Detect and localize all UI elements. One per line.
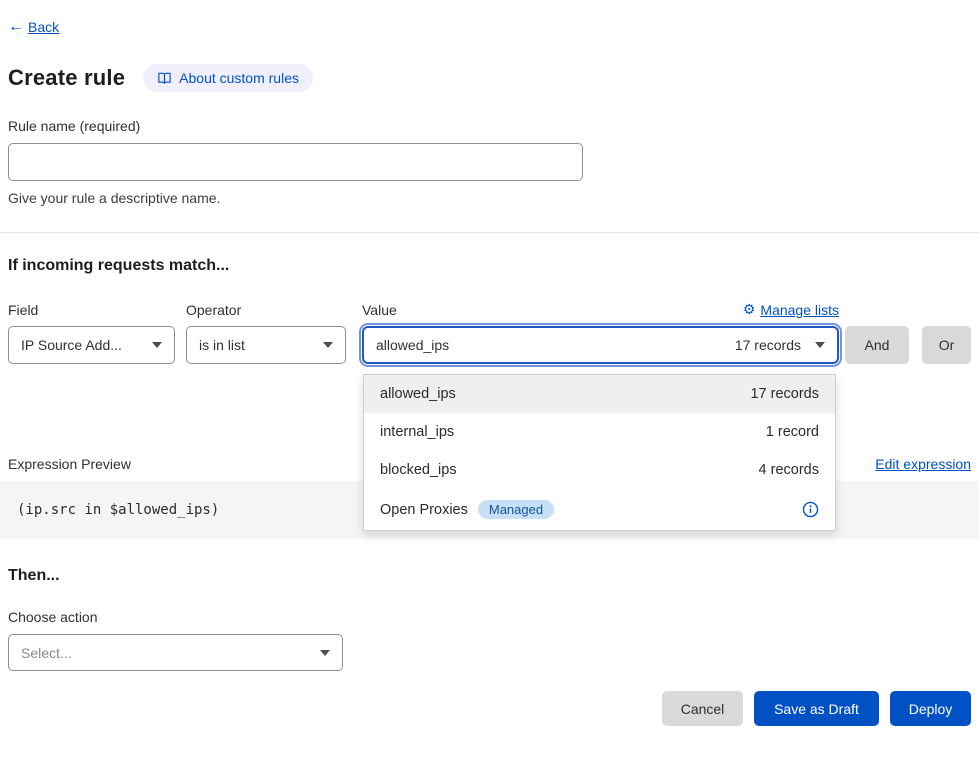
option-detail: 17 records	[750, 386, 819, 402]
chevron-down-icon	[323, 342, 333, 348]
field-select[interactable]: IP Source Add...	[8, 326, 175, 364]
field-label: Field	[8, 302, 175, 318]
value-select-wrapper: allowed_ips 17 records allowed_ips 17 re…	[362, 326, 839, 364]
option-name: allowed_ips	[380, 386, 456, 402]
cancel-button[interactable]: Cancel	[662, 691, 743, 726]
operator-select-value: is in list	[199, 337, 245, 353]
operator-label: Operator	[186, 302, 346, 318]
page-title: Create rule	[8, 65, 125, 91]
operator-select[interactable]: is in list	[186, 326, 346, 364]
back-arrow-icon: ←	[8, 18, 24, 36]
option-name: blocked_ips	[380, 462, 457, 478]
option-name: internal_ips	[380, 424, 454, 440]
dropdown-option-open-proxies[interactable]: Open Proxies Managed	[364, 489, 835, 530]
action-select[interactable]: Select...	[8, 634, 343, 671]
manage-lists-label[interactable]: Manage lists	[760, 302, 839, 318]
about-custom-rules-label: About custom rules	[179, 70, 299, 86]
expression-preview-label: Expression Preview	[8, 456, 131, 472]
option-name: Open Proxies	[380, 502, 468, 518]
deploy-button[interactable]: Deploy	[890, 691, 971, 726]
or-button[interactable]: Or	[922, 326, 971, 364]
info-icon[interactable]	[802, 501, 819, 518]
match-labels-row: Field Operator Value ⚙ Manage lists	[8, 301, 971, 318]
save-as-draft-button[interactable]: Save as Draft	[754, 691, 879, 726]
chevron-down-icon	[815, 342, 825, 348]
dropdown-option-allowed-ips[interactable]: allowed_ips 17 records	[364, 375, 835, 413]
book-icon	[157, 71, 172, 86]
about-custom-rules-link[interactable]: About custom rules	[143, 64, 313, 92]
managed-badge: Managed	[478, 500, 554, 519]
option-detail: 4 records	[759, 462, 819, 478]
rule-name-helper-text: Give your rule a descriptive name.	[8, 190, 971, 206]
back-link-label[interactable]: Back	[28, 19, 59, 35]
choose-action-label: Choose action	[8, 609, 971, 625]
value-select-value: allowed_ips	[376, 337, 449, 353]
rule-name-input[interactable]	[8, 143, 583, 181]
title-row: Create rule About custom rules	[8, 64, 971, 92]
gear-icon: ⚙	[743, 301, 756, 318]
edit-expression-link[interactable]: Edit expression	[875, 456, 971, 472]
rule-name-label: Rule name (required)	[8, 118, 971, 134]
value-select-record-count: 17 records	[735, 337, 801, 353]
action-select-placeholder: Select...	[21, 645, 72, 661]
field-select-value: IP Source Add...	[21, 337, 122, 353]
option-detail: 1 record	[766, 424, 819, 440]
footer-actions: Cancel Save as Draft Deploy	[8, 691, 971, 726]
and-button[interactable]: And	[845, 326, 909, 364]
match-controls-row: IP Source Add... is in list allowed_ips …	[8, 326, 971, 364]
value-select[interactable]: allowed_ips 17 records	[362, 326, 839, 364]
dropdown-option-internal-ips[interactable]: internal_ips 1 record	[364, 413, 835, 451]
value-dropdown-menu: allowed_ips 17 records internal_ips 1 re…	[363, 374, 836, 531]
match-section-heading: If incoming requests match...	[8, 257, 971, 275]
section-divider	[0, 232, 979, 233]
chevron-down-icon	[320, 650, 330, 656]
manage-lists-link[interactable]: ⚙ Manage lists	[743, 301, 839, 318]
dropdown-option-blocked-ips[interactable]: blocked_ips 4 records	[364, 451, 835, 489]
expression-code: (ip.src in $allowed_ips)	[17, 502, 219, 518]
value-label: Value	[362, 302, 397, 318]
back-link[interactable]: ← Back	[8, 18, 971, 36]
chevron-down-icon	[152, 342, 162, 348]
then-section-heading: Then...	[8, 567, 971, 585]
